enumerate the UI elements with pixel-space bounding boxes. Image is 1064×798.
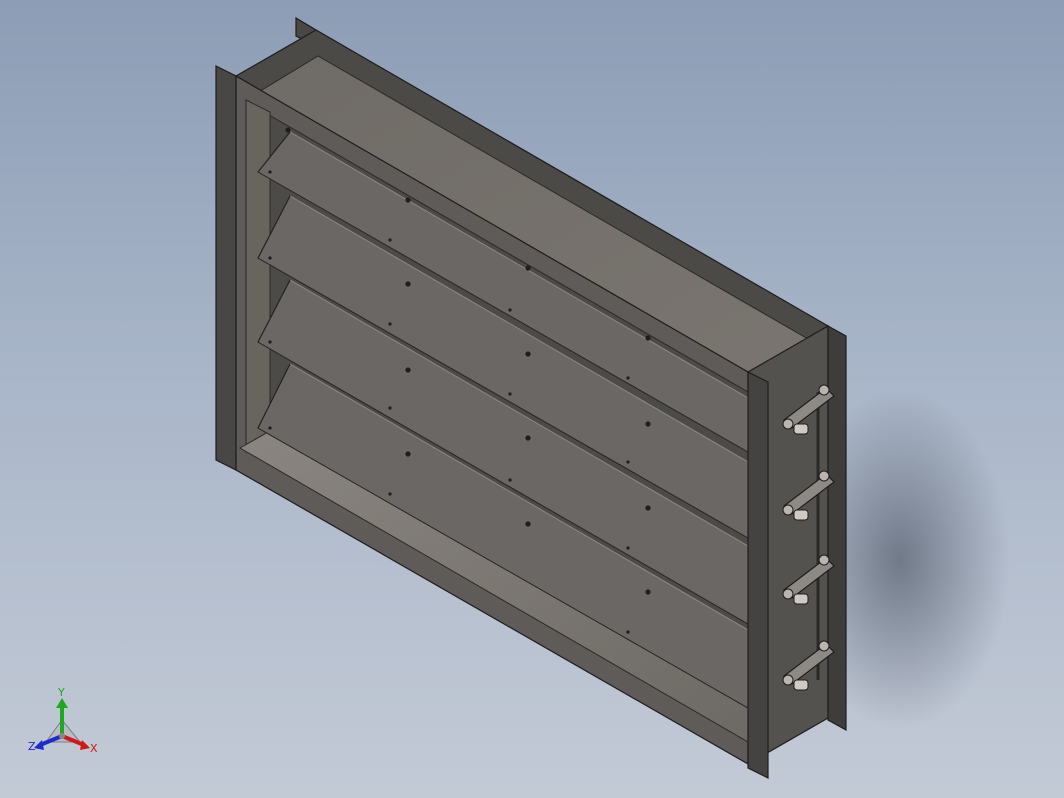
front-right-flange bbox=[747, 371, 769, 779]
z-axis-label: Z bbox=[28, 740, 36, 753]
axis-triad[interactable]: Y X Z bbox=[28, 686, 98, 755]
triad-origin bbox=[59, 733, 65, 739]
left-jamb bbox=[245, 99, 271, 453]
back-flange-left bbox=[215, 65, 237, 471]
damper-model[interactable]: Y X Z bbox=[0, 0, 1064, 798]
y-axis-arrow bbox=[56, 698, 68, 708]
cad-viewport[interactable]: Y X Z bbox=[0, 0, 1064, 798]
x-axis-label: X bbox=[90, 742, 98, 755]
right-flange bbox=[827, 324, 847, 732]
x-axis-arrow bbox=[80, 740, 90, 750]
y-axis-label: Y bbox=[57, 686, 65, 699]
